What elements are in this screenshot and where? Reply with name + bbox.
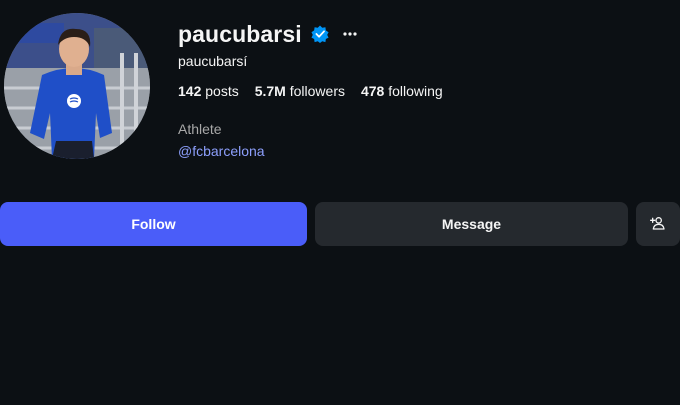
following-label: following <box>384 83 443 99</box>
more-options-icon[interactable] <box>340 24 360 44</box>
username-row: paucubarsi <box>178 18 360 50</box>
add-person-icon <box>650 215 666 234</box>
message-button-label: Message <box>441 216 502 232</box>
profile-full-name: paucubarsí <box>178 53 248 69</box>
follow-button-label: Follow <box>131 216 176 232</box>
follow-button[interactable]: Follow <box>0 202 307 246</box>
avatar-photo <box>4 13 150 159</box>
profile-category: Athlete <box>178 121 222 137</box>
posts-label: posts <box>201 83 239 99</box>
posts-count: 142 <box>178 83 202 99</box>
message-button[interactable]: Message <box>315 202 628 246</box>
profile-page: paucubarsi paucubarsí 142 posts 5.7M fol… <box>0 0 680 405</box>
profile-stats: 142 posts 5.7M followers 478 following <box>178 83 443 99</box>
followers-count: 5.7M <box>254 83 286 99</box>
followers-stat[interactable]: 5.7M followers <box>255 83 345 99</box>
following-stat[interactable]: 478 following <box>361 83 443 99</box>
following-count: 478 <box>360 83 385 99</box>
followers-label: followers <box>285 83 345 99</box>
verified-badge-icon <box>310 24 330 44</box>
posts-stat[interactable]: 142 posts <box>178 83 239 99</box>
profile-bio-link[interactable]: @fcbarcelona <box>178 143 265 159</box>
profile-username: paucubarsi <box>178 20 302 47</box>
suggested-accounts-button[interactable] <box>636 202 680 246</box>
profile-avatar[interactable] <box>4 13 150 159</box>
